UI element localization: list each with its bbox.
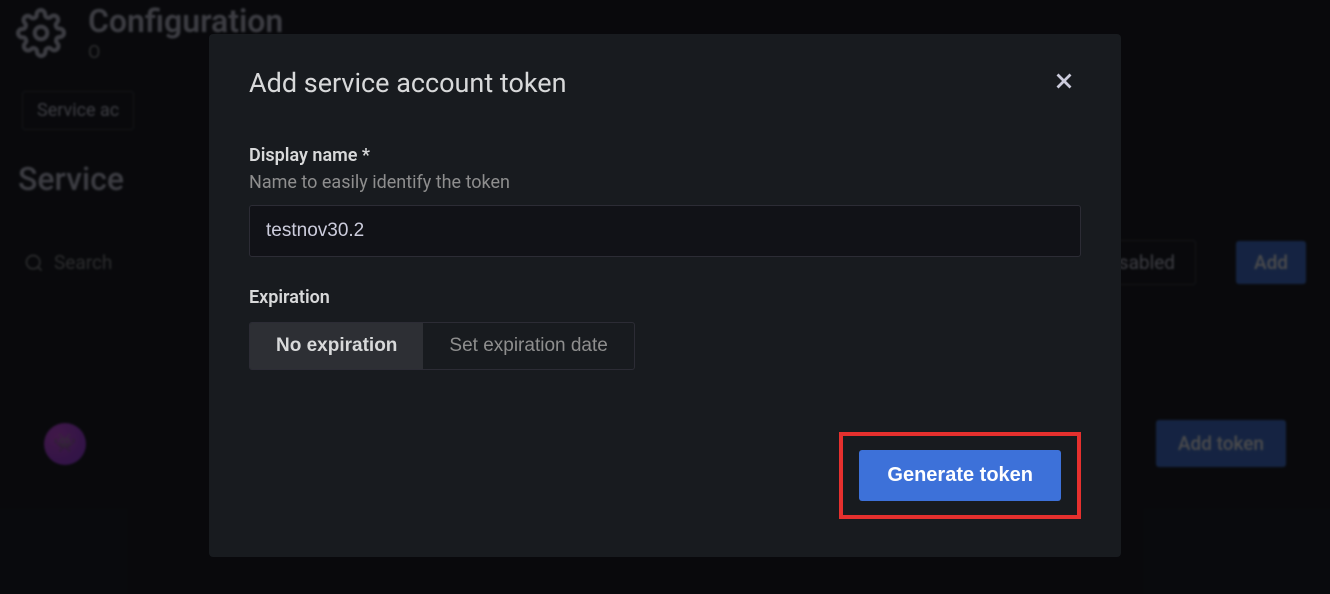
expiration-field: Expiration No expiration Set expiration …	[249, 287, 1081, 370]
expiration-toggle: No expiration Set expiration date	[249, 322, 635, 370]
generate-highlight: Generate token	[839, 432, 1081, 519]
display-name-label: Display name *	[249, 145, 1081, 166]
generate-token-button[interactable]: Generate token	[859, 450, 1061, 501]
modal-title: Add service account token	[249, 67, 567, 99]
expiration-label: Expiration	[249, 287, 1081, 308]
no-expiration-option[interactable]: No expiration	[250, 323, 423, 369]
modal-overlay: Add service account token Display name *…	[0, 0, 1330, 594]
display-name-hint: Name to easily identify the token	[249, 172, 1081, 193]
add-token-modal: Add service account token Display name *…	[209, 34, 1121, 557]
close-icon	[1051, 68, 1077, 94]
display-name-input[interactable]	[249, 205, 1081, 257]
close-button[interactable]	[1047, 64, 1081, 101]
display-name-field: Display name * Name to easily identify t…	[249, 145, 1081, 257]
set-expiration-option[interactable]: Set expiration date	[423, 323, 633, 369]
